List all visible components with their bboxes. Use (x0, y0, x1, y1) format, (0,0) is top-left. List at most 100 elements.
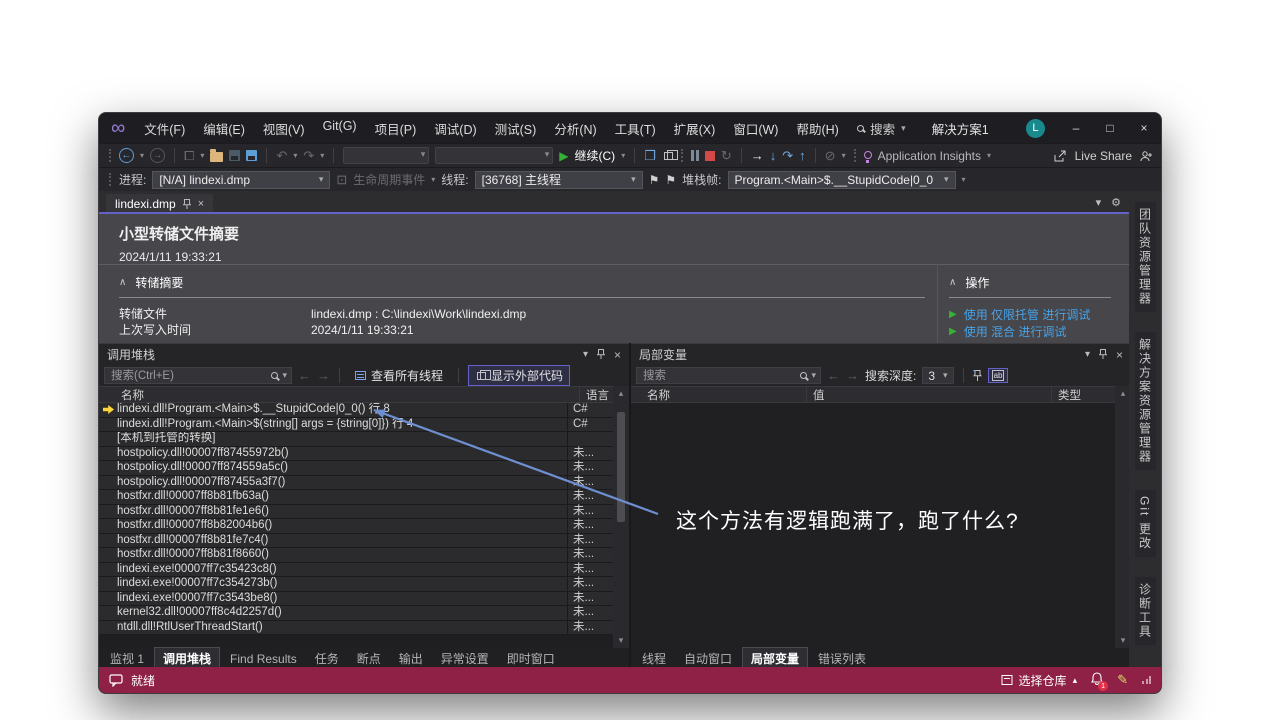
step-over-button[interactable]: ↷ (782, 149, 793, 162)
forward-button[interactable]: → (846, 368, 859, 383)
column-type[interactable]: 类型 (1051, 387, 1081, 402)
panel-tab-自动窗口[interactable]: 自动窗口 (676, 648, 740, 669)
menu-item-帮助(H)[interactable]: 帮助(H) (787, 119, 847, 138)
panel-tab-输出[interactable]: 输出 (391, 648, 431, 669)
stack-frame-row[interactable]: lindexi.dll!Program.<Main>$.__StupidCode… (99, 403, 613, 418)
sidebar-tab-诊断工具[interactable]: 诊断工具 (1135, 577, 1156, 645)
platform-dropdown[interactable] (435, 147, 553, 164)
chevron-down-icon[interactable]: ▾ (140, 151, 144, 160)
panel-tab-线程[interactable]: 线程 (634, 648, 674, 669)
forward-button[interactable]: → (317, 368, 330, 383)
close-icon[interactable]: × (1116, 348, 1123, 362)
call-stack-search-input[interactable] (109, 369, 267, 383)
chevron-down-icon[interactable]: ▾ (200, 151, 204, 160)
toolbar-grip[interactable] (854, 149, 856, 162)
stack-frame-row[interactable]: hostpolicy.dll!00007ff87455972b()未... (99, 447, 613, 462)
save-all-button[interactable] (246, 150, 257, 161)
stack-frame-row[interactable]: lindexi.exe!00007ff7c354273b()未... (99, 577, 613, 592)
menu-item-项目(P)[interactable]: 项目(P) (366, 119, 426, 138)
stack-frame-row[interactable]: hostfxr.dll!00007ff8b81fb63a()未... (99, 490, 613, 505)
flag-icon[interactable]: ⚑ (649, 173, 660, 187)
thread-dropdown[interactable]: [36768] 主线程 ▾ (475, 171, 643, 189)
chevron-down-icon[interactable]: ▾ (811, 370, 816, 381)
chevron-down-icon[interactable]: ▾ (842, 151, 846, 160)
process-dropdown[interactable]: [N/A] lindexi.dmp ▾ (152, 171, 330, 189)
sidebar-tab-Git 更改[interactable]: Git 更改 (1135, 490, 1156, 557)
menu-item-测试(S)[interactable]: 测试(S) (486, 119, 546, 138)
stack-frame-row[interactable]: [本机到托管的转换] (99, 432, 613, 447)
restart-button[interactable]: ↻ (721, 149, 732, 162)
menu-item-扩展(X)[interactable]: 扩展(X) (665, 119, 725, 138)
new-project-icon[interactable]: ⧠ (184, 149, 194, 162)
stack-frame-row[interactable]: hostfxr.dll!00007ff8b81f8660()未... (99, 548, 613, 563)
notifications-button[interactable]: 1 (1091, 672, 1103, 688)
panel-tab-异常设置[interactable]: 异常设置 (433, 648, 497, 669)
sidebar-tab-团队资源管理器[interactable]: 团队资源管理器 (1135, 202, 1156, 312)
document-tab[interactable]: lindexi.dmp × (106, 194, 213, 214)
add-person-icon[interactable] (1140, 150, 1153, 162)
step-out-button[interactable]: ↑ (799, 149, 806, 162)
stack-frame-row[interactable]: lindexi.exe!00007ff7c35423c8()未... (99, 563, 613, 578)
chevron-down-icon[interactable]: ▾ (282, 370, 287, 381)
chevron-down-icon[interactable]: ▾ (621, 151, 625, 160)
pause-button[interactable] (691, 150, 699, 161)
window-menu-icon[interactable]: ▾ (583, 349, 588, 360)
breakpoints-disabled-icon[interactable]: ⊘ (825, 149, 836, 162)
menu-item-工具(T)[interactable]: 工具(T) (606, 119, 665, 138)
locals-search-input[interactable] (641, 369, 796, 383)
collapse-icon[interactable]: ∧ (119, 277, 126, 288)
menu-item-Git(G)[interactable]: Git(G) (314, 119, 366, 138)
stack-frame-row[interactable]: hostpolicy.dll!00007ff87455a3f7()未... (99, 476, 613, 491)
close-tab-icon[interactable]: × (198, 198, 204, 210)
flag-between-icon[interactable]: ⚑ (665, 173, 676, 187)
select-repository-button[interactable]: 选择仓库 ▴ (1001, 672, 1078, 689)
menu-item-文件(F)[interactable]: 文件(F) (135, 119, 194, 138)
redo-button[interactable]: ↷ (303, 149, 314, 162)
titlebar-search[interactable]: 搜索 ▾ (849, 119, 914, 138)
action-link-使用 仅限托管 进行调试[interactable]: ▶使用 仅限托管 进行调试 (949, 308, 1111, 322)
action-link-使用 混合 进行调试[interactable]: ▶使用 混合 进行调试 (949, 325, 1111, 339)
stack-frame-row[interactable]: hostfxr.dll!00007ff8b81fe1e6()未... (99, 505, 613, 520)
undo-button[interactable]: ↶ (276, 149, 287, 162)
open-file-button[interactable] (210, 152, 223, 162)
column-name[interactable]: 名称 (99, 387, 144, 403)
collapse-icon[interactable]: ∧ (949, 277, 956, 288)
stop-debugging-button[interactable] (705, 151, 715, 161)
stack-frame-row[interactable]: kernel32.dll!00007ff8c4d2257d()未... (99, 606, 613, 621)
close-icon[interactable]: × (614, 348, 621, 362)
window-layout-icon[interactable] (664, 152, 673, 160)
feedback-icon[interactable] (109, 674, 123, 687)
application-insights-button[interactable]: Application Insights (878, 149, 981, 163)
show-raw-text-toggle[interactable]: ab (988, 368, 1009, 383)
panel-tab-断点[interactable]: 断点 (349, 648, 389, 669)
panel-tab-监视 1[interactable]: 监视 1 (102, 648, 152, 669)
pin-icon[interactable] (183, 199, 191, 210)
panel-tab-任务[interactable]: 任务 (307, 648, 347, 669)
avatar[interactable]: L (1026, 119, 1045, 138)
call-stack-scrollbar[interactable]: ▴ ▾ (613, 386, 629, 648)
continue-button[interactable]: 继续(C) (575, 147, 616, 164)
column-language[interactable]: 语言 (579, 387, 609, 402)
menu-item-调试(D)[interactable]: 调试(D) (425, 119, 485, 138)
column-value[interactable]: 值 (806, 387, 825, 402)
save-button[interactable] (229, 150, 240, 161)
back-button[interactable]: ← (827, 368, 840, 383)
toolbar-grip[interactable] (109, 149, 111, 162)
stack-frame-row[interactable]: ntdll.dll!RtlUserThreadStart()未... (99, 621, 613, 636)
window-menu-icon[interactable]: ▾ (1085, 349, 1090, 360)
view-all-threads-button[interactable]: 查看所有线程 (349, 366, 449, 385)
gear-icon[interactable]: ⚙ (1111, 196, 1121, 209)
stack-frame-row[interactable]: hostpolicy.dll!00007ff874559a5c()未... (99, 461, 613, 476)
search-depth-dropdown[interactable]: 3 ▾ (922, 367, 953, 384)
minimize-button[interactable]: – (1059, 117, 1093, 139)
step-into-button[interactable]: ↓ (770, 149, 777, 162)
show-external-code-button[interactable]: 显示外部代码 (468, 365, 570, 386)
toolbar-grip[interactable] (681, 149, 683, 162)
pin-icon[interactable] (1099, 349, 1107, 360)
close-button[interactable]: × (1127, 117, 1161, 139)
maximize-button[interactable]: □ (1093, 117, 1127, 139)
stack-frame-row[interactable]: hostfxr.dll!00007ff8b82004b6()未... (99, 519, 613, 534)
find-in-files-icon[interactable]: ❐ (644, 149, 656, 162)
toolbar-grip[interactable] (109, 173, 111, 186)
sidebar-tab-解决方案资源管理器[interactable]: 解决方案资源管理器 (1135, 332, 1156, 470)
